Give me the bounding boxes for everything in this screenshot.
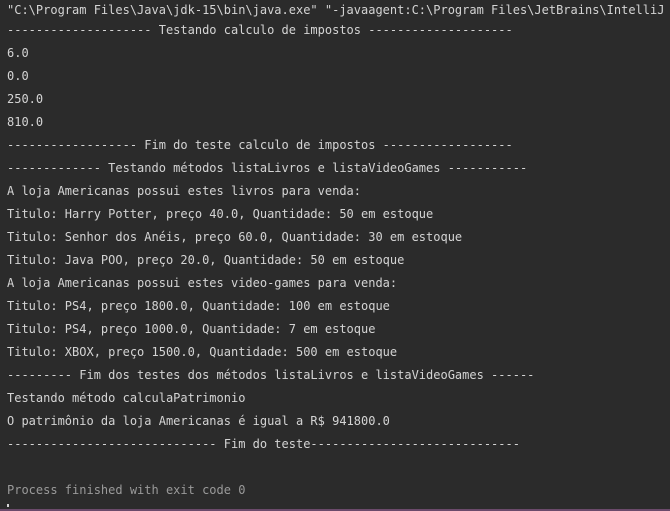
output-line-imposto-2: 0.0 [7, 69, 29, 83]
output-line-games-intro: A loja Americanas possui estes video-gam… [7, 276, 398, 290]
output-line-listas-header: ------------- Testando métodos listaLivr… [7, 161, 528, 175]
output-line-imposto-1: 6.0 [7, 46, 29, 60]
output-line-livro-1: Titulo: Harry Potter, preço 40.0, Quanti… [7, 207, 434, 221]
output-line-fim-teste: ----------------------------- Fim do tes… [7, 437, 520, 451]
output-line-patrimonio-value: O patrimônio da loja Americanas é igual … [7, 414, 390, 428]
output-line-impostos-footer: ------------------ Fim do teste calculo … [7, 138, 513, 152]
output-line-livros-intro: A loja Americanas possui estes livros pa… [7, 184, 362, 198]
output-line-listas-footer: --------- Fim dos testes dos métodos lis… [7, 368, 535, 382]
output-line-impostos-header: -------------------- Testando calculo de… [7, 23, 513, 37]
output-line-game-1: Titulo: PS4, preço 1800.0, Quantidade: 1… [7, 299, 390, 313]
output-line-game-3: Titulo: XBOX, preço 1500.0, Quantidade: … [7, 345, 398, 359]
output-line-imposto-3: 250.0 [7, 92, 44, 106]
output-line-livro-3: Titulo: Java POO, preço 20.0, Quantidade… [7, 253, 405, 267]
output-line-livro-2: Titulo: Senhor dos Anéis, preço 60.0, Qu… [7, 230, 463, 244]
text-caret [7, 504, 9, 507]
output-line-game-2: Titulo: PS4, preço 1000.0, Quantidade: 7… [7, 322, 376, 336]
run-console-output[interactable]: "C:\Program Files\Java\jdk-15\bin\java.e… [0, 0, 670, 511]
output-line-imposto-4: 810.0 [7, 115, 44, 129]
process-exit-message: Process finished with exit code 0 [7, 483, 246, 497]
command-line: "C:\Program Files\Java\jdk-15\bin\java.e… [7, 3, 670, 17]
output-line-patrimonio-header: Testando método calculaPatrimonio [7, 391, 246, 405]
